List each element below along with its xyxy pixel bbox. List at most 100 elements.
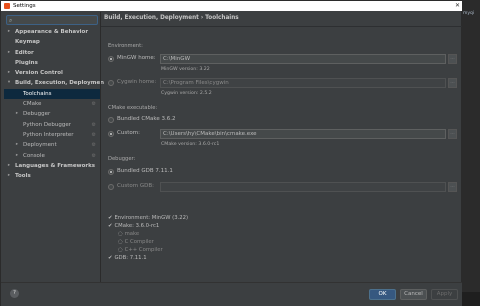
sidebar-item-editor[interactable]: ▸ Editor (4, 48, 100, 58)
pending-icon: ◌ (118, 239, 123, 245)
chevron-right-icon[interactable]: ▸ (6, 161, 12, 171)
mingw-browse-button[interactable]: … (448, 54, 457, 64)
cygwin-browse-button[interactable]: … (448, 78, 457, 88)
custom-gdb-radio-indicator[interactable] (108, 183, 114, 190)
sidebar-item-tools[interactable]: ▸ Tools (4, 171, 100, 181)
cygwin-version-note: Cygwin version: 2.5.2 (161, 91, 212, 96)
bundled-gdb-radio-indicator[interactable] (108, 168, 114, 175)
mingw-label: MinGW home: (117, 55, 156, 61)
mingw-radio-indicator[interactable] (108, 55, 114, 62)
cygwin-home-field[interactable]: C:\Program Files\cygwin (160, 78, 446, 88)
check-sub-item: ◌ make (118, 231, 139, 239)
chevron-right-icon[interactable]: ▸ (6, 171, 12, 181)
mingw-version-note: MinGW version: 3.22 (161, 67, 210, 72)
settings-window: Settings ✕ ⌕ ▸ Appearance & Behavior Keyma… (0, 0, 463, 306)
bundled-gdb-radio[interactable]: Bundled GDB 7.11.1 (108, 167, 173, 176)
app-icon (4, 3, 10, 9)
check-label: Environment: MinGW (3.22) (114, 215, 189, 221)
custom-cmake-field[interactable]: C:\Users\hy\CMake\bin\cmake.exe (160, 129, 446, 139)
sidebar-item-python-debugger[interactable]: Python Debugger ⚙ (4, 120, 100, 130)
sidebar-item-python-interpreter[interactable]: Python Interpreter ⚙ (4, 130, 100, 140)
cygwin-radio-indicator[interactable] (108, 79, 114, 86)
check-sub-item: ◌ C++ Compiler (118, 247, 163, 255)
chevron-right-icon[interactable]: ▸ (6, 68, 12, 78)
sidebar-item-cmake[interactable]: CMake ⚙ (4, 99, 100, 109)
check-sub-item: ◌ C Compiler (118, 239, 154, 247)
chevron-right-icon[interactable]: ▸ (6, 48, 12, 58)
sidebar-item-label: Keymap (15, 39, 40, 46)
custom-gdb-radio[interactable]: Custom GDB: (108, 182, 154, 191)
background-ide (462, 0, 480, 306)
cygwin-label: Cygwin home: (117, 79, 157, 85)
environment-section-label: Environment: (108, 43, 143, 49)
apply-button[interactable]: Apply (431, 289, 458, 300)
checkmark-icon: ✔ (108, 223, 113, 229)
search-icon: ⌕ (9, 17, 13, 24)
chevron-right-icon[interactable]: ▸ (6, 27, 12, 37)
project-settings-icon: ⚙ (91, 131, 96, 138)
background-tab: myqi (463, 11, 480, 19)
project-settings-icon: ⚙ (91, 142, 96, 149)
sidebar-item-label: CMake (23, 101, 42, 108)
check-label: C++ Compiler (124, 247, 163, 253)
sidebar-item-toolchains[interactable]: Toolchains (4, 88, 100, 100)
sidebar-item-build-execution-deployment[interactable]: ▾ Build, Execution, Deployment (4, 78, 107, 88)
sidebar-item-version-control[interactable]: ▸ Version Control (4, 68, 100, 78)
sidebar-item-appearance-behavior[interactable]: ▸ Appearance & Behavior (4, 27, 100, 37)
debugger-section-label: Debugger: (108, 156, 136, 162)
project-settings-icon: ⚙ (91, 152, 96, 159)
ok-button[interactable]: OK (369, 289, 396, 300)
close-icon[interactable]: ✕ (455, 2, 460, 9)
checkmark-icon: ✔ (108, 215, 113, 221)
settings-panel: Build, Execution, Deployment › Toolchain… (101, 12, 463, 282)
check-item: ✔ Environment: MinGW (3.22) (108, 215, 188, 223)
sidebar-item-label: Languages & Frameworks (15, 162, 96, 169)
pending-icon: ◌ (118, 231, 123, 237)
dialog-footer: ? OK Cancel Apply (1, 282, 463, 306)
bundled-cmake-label: Bundled CMake 3.6.2 (117, 116, 176, 122)
chevron-right-icon[interactable]: ▸ (14, 109, 20, 119)
chevron-right-icon[interactable]: ▸ (14, 140, 20, 150)
bundled-cmake-radio-indicator[interactable] (108, 116, 114, 123)
sidebar-item-keymap[interactable]: Keymap (4, 37, 100, 47)
help-button[interactable]: ? (10, 289, 19, 298)
gdb-browse-button[interactable]: … (448, 182, 457, 192)
chevron-right-icon[interactable]: ▸ (14, 151, 20, 161)
sidebar-item-label: Python Interpreter (23, 131, 74, 138)
sidebar-item-languages-frameworks[interactable]: ▸ Languages & Frameworks (4, 161, 100, 171)
sidebar-item-plugins[interactable]: Plugins (4, 58, 100, 68)
bundled-cmake-radio[interactable]: Bundled CMake 3.6.2 (108, 115, 175, 124)
toolchains-content: Environment: MinGW home: C:\MinGW … MinG… (104, 27, 461, 277)
chevron-down-icon[interactable]: ▾ (6, 78, 12, 88)
cygwin-radio[interactable]: Cygwin home: (108, 78, 156, 87)
project-settings-icon: ⚙ (91, 121, 96, 128)
settings-tree: ▸ Appearance & Behavior Keymap ▸ Editor Plugi… (4, 27, 107, 181)
cmake-browse-button[interactable]: … (448, 129, 457, 139)
window-title: Settings (13, 3, 36, 9)
sidebar-item-debugger[interactable]: ▸ Debugger (4, 109, 100, 119)
pending-icon: ◌ (118, 247, 123, 253)
cmake-section-label: CMake executable: (108, 105, 158, 111)
check-item: ✔ CMake: 3.6.0-rc1 (108, 223, 159, 231)
mingw-home-field[interactable]: C:\MinGW (160, 54, 446, 64)
sidebar-item-deployment[interactable]: ▸ Deployment ⚙ (4, 140, 100, 150)
sidebar-item-label: Appearance & Behavior (15, 29, 89, 35)
check-label: GDB: 7.11.1 (114, 255, 147, 261)
sidebar-item-label: Toolchains (23, 90, 52, 97)
sidebar-item-label: Debugger (23, 111, 51, 118)
custom-cmake-label: Custom: (117, 130, 140, 136)
custom-cmake-radio[interactable]: Custom: (108, 129, 140, 138)
check-item: ✔ GDB: 7.11.1 (108, 255, 147, 263)
custom-gdb-field[interactable] (160, 182, 446, 192)
settings-sidebar: ⌕ ▸ Appearance & Behavior Keymap ▸ Editor Plu… (4, 12, 107, 282)
custom-cmake-radio-indicator[interactable] (108, 130, 114, 137)
custom-gdb-label: Custom GDB: (117, 183, 154, 189)
sidebar-item-label: Tools (15, 173, 31, 180)
mingw-radio[interactable]: MinGW home: (108, 54, 156, 63)
sidebar-item-label: Version Control (15, 70, 63, 77)
search-input[interactable]: ⌕ (6, 15, 98, 25)
bundled-gdb-label: Bundled GDB 7.11.1 (117, 168, 173, 174)
sidebar-item-console[interactable]: ▸ Console ⚙ (4, 151, 100, 161)
project-settings-icon: ⚙ (91, 101, 96, 108)
cancel-button[interactable]: Cancel (400, 289, 427, 300)
